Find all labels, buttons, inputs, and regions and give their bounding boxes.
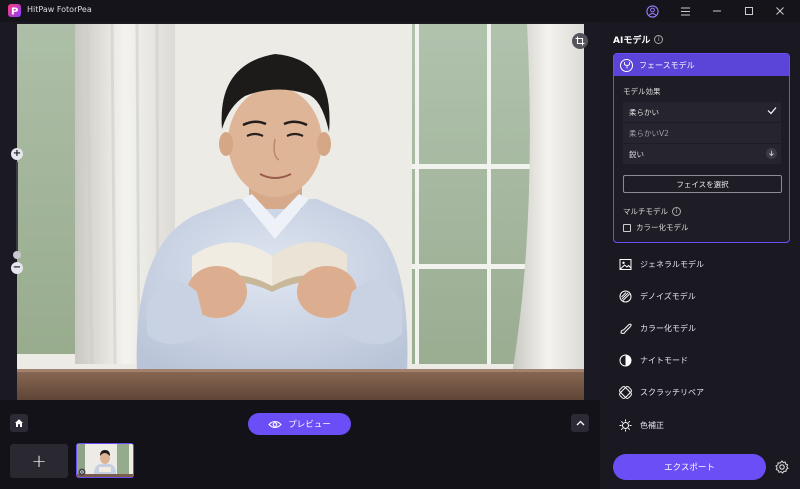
home-icon[interactable] xyxy=(10,414,28,432)
option-soft[interactable]: 柔らかい xyxy=(623,102,781,122)
multi-model-row: マルチモデル i xyxy=(623,206,681,217)
half-circle-icon xyxy=(618,353,632,367)
model-night[interactable]: ナイトモード xyxy=(618,351,688,369)
model-label: カラー化モデル xyxy=(640,323,696,333)
option-label: 柔らかい xyxy=(629,107,659,117)
add-image-button[interactable]: + xyxy=(10,444,68,478)
app-title: HitPaw FotorPea xyxy=(27,5,92,14)
model-scratch-repair[interactable]: スクラッチリペア xyxy=(618,383,704,401)
multi-model-label: マルチモデル xyxy=(623,207,668,216)
zoom-in-icon[interactable]: + xyxy=(11,148,23,160)
option-label: 鋭い xyxy=(629,149,644,159)
face-icon xyxy=(620,58,633,72)
user-icon[interactable] xyxy=(643,2,661,20)
face-model-header[interactable]: フェースモデル xyxy=(614,54,789,76)
crop-icon[interactable] xyxy=(572,33,588,49)
select-face-button[interactable]: フェイスを選択 xyxy=(623,175,782,193)
sun-icon xyxy=(618,418,632,432)
model-label: ナイトモード xyxy=(640,355,688,365)
app-logo-icon: P xyxy=(8,4,21,17)
svg-text:P: P xyxy=(11,7,18,18)
chevron-up-icon[interactable] xyxy=(571,414,589,432)
image-icon xyxy=(618,257,632,271)
model-label: ジェネラルモデル xyxy=(640,259,704,269)
maximize-icon[interactable] xyxy=(740,2,758,20)
zoom-slider-handle[interactable] xyxy=(13,251,21,259)
menu-icon[interactable] xyxy=(676,2,694,20)
bottom-bar: プレビュー + xyxy=(0,400,600,489)
zoom-slider[interactable] xyxy=(16,162,18,252)
preview-label: プレビュー xyxy=(288,420,331,430)
model-label: デノイズモデル xyxy=(640,291,696,301)
model-color-correction[interactable]: 色補正 xyxy=(618,416,664,434)
face-model-label: フェースモデル xyxy=(639,60,695,70)
info-icon[interactable]: i xyxy=(672,207,681,216)
option-label: 柔らかいV2 xyxy=(629,128,669,138)
colorize-checkbox[interactable] xyxy=(623,223,631,232)
model-label: 色補正 xyxy=(640,420,664,430)
option-sharp[interactable]: 鋭い xyxy=(623,144,781,164)
panel-title-label: AIモデル xyxy=(613,36,651,46)
gear-icon[interactable] xyxy=(773,458,791,476)
model-denoise[interactable]: デノイズモデル xyxy=(618,287,696,305)
photo-canvas[interactable] xyxy=(17,24,584,400)
denoise-icon xyxy=(618,289,632,303)
info-icon[interactable]: i xyxy=(654,35,664,44)
export-button[interactable]: エクスポート xyxy=(613,454,766,480)
option-soft-v2[interactable]: 柔らかいV2 xyxy=(623,123,781,143)
minimize-icon[interactable] xyxy=(708,2,726,20)
model-effect-label: モデル効果 xyxy=(623,87,661,96)
model-general[interactable]: ジェネラルモデル xyxy=(618,255,704,273)
model-colorize[interactable]: カラー化モデル xyxy=(618,319,696,337)
close-icon[interactable] xyxy=(771,2,789,20)
brush-icon xyxy=(618,321,632,335)
title-bar: P HitPaw FotorPea xyxy=(0,0,800,22)
check-icon xyxy=(767,106,777,117)
download-icon[interactable] xyxy=(766,148,777,159)
panel-title: AIモデル i xyxy=(613,33,664,46)
patch-icon xyxy=(618,385,632,399)
image-thumbnail[interactable] xyxy=(76,443,134,478)
zoom-out-icon[interactable]: − xyxy=(11,262,23,274)
ai-model-panel: AIモデル i フェースモデル モデル効果 柔らかい 柔らかいV2 鋭い フェイ… xyxy=(600,22,800,489)
eye-icon xyxy=(268,420,283,428)
model-label: スクラッチリペア xyxy=(640,387,704,397)
preview-button[interactable]: プレビュー xyxy=(248,413,351,435)
colorize-label: カラー化モデル xyxy=(636,223,689,232)
face-model-card: フェースモデル モデル効果 柔らかい 柔らかいV2 鋭い フェイスを選択 マルチ… xyxy=(613,53,790,243)
colorize-checkbox-row[interactable]: カラー化モデル xyxy=(623,222,689,233)
